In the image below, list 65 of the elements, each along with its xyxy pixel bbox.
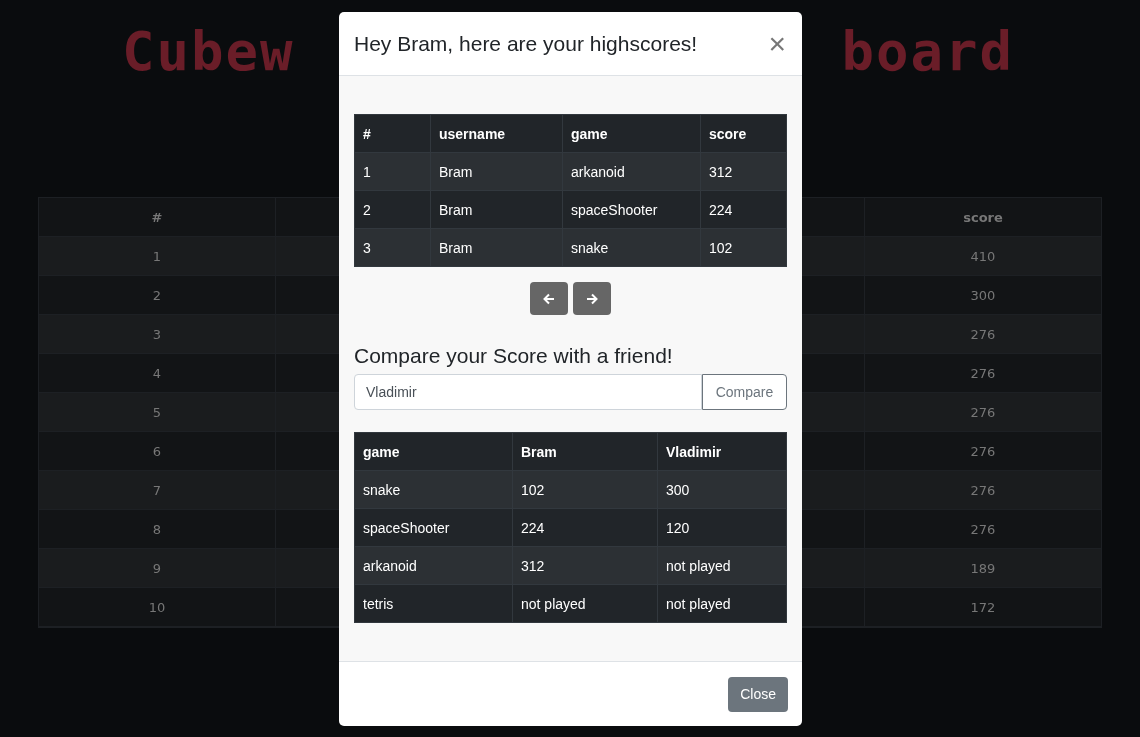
column-header: # xyxy=(354,114,431,153)
table-cell: 276 xyxy=(864,393,1101,431)
table-cell: 276 xyxy=(864,315,1101,353)
table-cell: 172 xyxy=(864,588,1101,626)
column-header: Vladimir xyxy=(657,432,787,471)
table-cell: snake xyxy=(354,470,513,509)
column-header: game xyxy=(562,114,701,153)
column-header: score xyxy=(864,198,1101,236)
table-cell: 276 xyxy=(864,354,1101,392)
table-cell: Bram xyxy=(430,152,563,191)
table-cell: 1 xyxy=(39,237,276,275)
page-title: Cubew xyxy=(122,22,295,85)
table-cell: not played xyxy=(657,584,787,623)
table-cell: 224 xyxy=(700,190,787,229)
modal-title: Hey Bram, here are your highscores! xyxy=(354,31,698,56)
table-cell: 2 xyxy=(354,190,431,229)
table-cell: 6 xyxy=(39,432,276,470)
close-button[interactable]: × xyxy=(764,28,790,59)
table-cell: 3 xyxy=(354,228,431,267)
next-button[interactable] xyxy=(573,282,611,315)
close-button[interactable]: Close xyxy=(728,676,788,712)
column-header: username xyxy=(430,114,563,153)
table-cell: spaceShooter xyxy=(354,508,513,547)
table-cell: 300 xyxy=(864,276,1101,314)
table-cell: arkanoid xyxy=(562,152,701,191)
table-cell: Bram xyxy=(430,228,563,267)
table-cell: 300 xyxy=(657,470,787,509)
column-header: score xyxy=(700,114,787,153)
table-cell: 276 xyxy=(864,510,1101,548)
table-cell: not played xyxy=(657,546,787,585)
table-cell: 189 xyxy=(864,549,1101,587)
section-heading: Compare your Score with a friend! xyxy=(354,344,674,368)
table-cell: 2 xyxy=(39,276,276,314)
column-header: Bram xyxy=(512,432,658,471)
table-cell: 3 xyxy=(39,315,276,353)
table-cell: 1 xyxy=(354,152,431,191)
page-title: board xyxy=(841,22,1014,85)
compare-button[interactable]: Compare xyxy=(702,374,787,410)
table-cell: 8 xyxy=(39,510,276,548)
table-cell: 312 xyxy=(512,546,658,585)
table-cell: 4 xyxy=(39,354,276,392)
table-cell: spaceShooter xyxy=(562,190,701,229)
table-cell: 312 xyxy=(700,152,787,191)
table-cell: 410 xyxy=(864,237,1101,275)
friend-input-field[interactable]: Vladimir xyxy=(354,374,702,410)
table-cell: 5 xyxy=(39,393,276,431)
table-cell: tetris xyxy=(354,584,513,623)
table-cell: snake xyxy=(562,228,701,267)
table-cell: 120 xyxy=(657,508,787,547)
table-cell: 7 xyxy=(39,471,276,509)
table-cell: not played xyxy=(512,584,658,623)
table-cell: 276 xyxy=(864,432,1101,470)
right-arrow-icon xyxy=(586,292,598,305)
column-header: # xyxy=(39,198,276,236)
previous-button[interactable] xyxy=(530,282,568,315)
table-cell: 276 xyxy=(864,471,1101,509)
table-cell: 102 xyxy=(512,470,658,509)
table-cell: 224 xyxy=(512,508,658,547)
left-arrow-icon xyxy=(543,292,555,305)
table-cell: arkanoid xyxy=(354,546,513,585)
table-cell: 102 xyxy=(700,228,787,267)
table-cell: Bram xyxy=(430,190,563,229)
column-header: game xyxy=(354,432,513,471)
table-cell: 9 xyxy=(39,549,276,587)
table-cell: 10 xyxy=(39,588,276,626)
